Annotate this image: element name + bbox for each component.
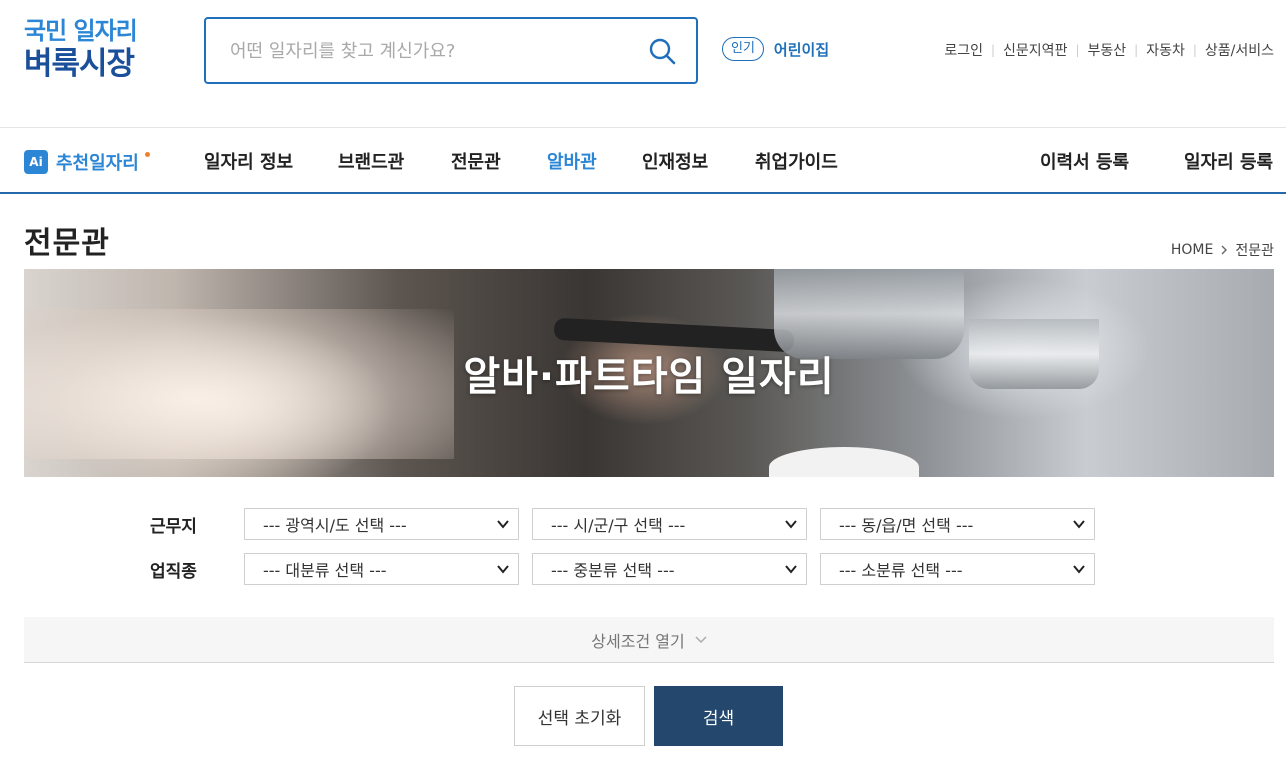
- car-link[interactable]: 자동차: [1146, 40, 1185, 60]
- detail-conditions-label: 상세조건 열기: [591, 631, 685, 651]
- chevron-down-icon: [785, 520, 797, 529]
- new-dot-indicator: [144, 151, 150, 157]
- divider: |: [1134, 43, 1139, 57]
- province-select-value: --- 광역시/도 선택 ---: [263, 516, 407, 535]
- popular-badge: 인기: [722, 37, 764, 61]
- detail-conditions-toggle[interactable]: 상세조건 열기: [24, 617, 1274, 663]
- banner-title: 알바·파트타임 일자리: [463, 354, 835, 400]
- nav-item-job-info[interactable]: 일자리 정보: [204, 148, 293, 174]
- search-input[interactable]: [230, 33, 630, 69]
- login-link[interactable]: 로그인: [944, 40, 983, 60]
- nav-item-job-register[interactable]: 일자리 등록: [1184, 148, 1273, 174]
- location-label: 근무지: [150, 517, 197, 537]
- ai-icon: Ai: [24, 150, 48, 174]
- popular-keyword[interactable]: 인기 어린이집: [722, 37, 829, 61]
- chevron-down-icon: [785, 565, 797, 574]
- logo-line2: 벼룩시장: [24, 46, 135, 82]
- major-category-select[interactable]: --- 대분류 선택 ---: [244, 553, 519, 585]
- site-logo[interactable]: 국민 일자리 벼룩시장: [24, 16, 138, 82]
- chevron-down-icon: [497, 520, 509, 529]
- middle-category-select[interactable]: --- 중분류 선택 ---: [532, 553, 807, 585]
- province-select[interactable]: --- 광역시/도 선택 ---: [244, 508, 519, 540]
- chevron-down-icon: [1073, 565, 1085, 574]
- divider: |: [1192, 43, 1197, 57]
- banner-cup-shape: [769, 447, 919, 477]
- reset-button[interactable]: 선택 초기화: [514, 686, 645, 746]
- job-category-label: 업직종: [150, 562, 197, 582]
- goods-services-link[interactable]: 상품/서비스: [1205, 40, 1274, 60]
- nav-item-part-time[interactable]: 알바관: [547, 148, 597, 174]
- hero-banner: 알바·파트타임 일자리: [24, 269, 1274, 477]
- town-select[interactable]: --- 동/읍/면 선택 ---: [820, 508, 1095, 540]
- search-button[interactable]: 검색: [654, 686, 783, 746]
- breadcrumb-current: 전문관: [1235, 243, 1274, 259]
- nav-item-specialty[interactable]: 전문관: [451, 148, 501, 174]
- search-box: [204, 17, 698, 84]
- nav-item-ai-recommend[interactable]: Ai 추천일자리: [24, 149, 150, 175]
- nav-item-talent[interactable]: 인재정보: [642, 148, 708, 174]
- minor-category-select[interactable]: --- 소분류 선택 ---: [820, 553, 1095, 585]
- city-select-value: --- 시/군/구 선택 ---: [551, 516, 686, 535]
- chevron-down-icon: [497, 565, 509, 574]
- utility-links: 로그인 | 신문지역판 | 부동산 | 자동차 | 상품/서비스: [944, 40, 1274, 60]
- logo-line1: 국민 일자리: [24, 17, 138, 45]
- breadcrumb: HOME 전문관: [1171, 240, 1274, 260]
- chevron-down-icon: [1073, 520, 1085, 529]
- nav-item-career-guide[interactable]: 취업가이드: [755, 148, 838, 174]
- city-select[interactable]: --- 시/군/구 선택 ---: [532, 508, 807, 540]
- ai-recommend-label: 추천일자리: [56, 153, 139, 174]
- main-nav: Ai 추천일자리 일자리 정보 브랜드관 전문관 알바관 인재정보 취업가이드 …: [0, 127, 1286, 194]
- town-select-value: --- 동/읍/면 선택 ---: [839, 516, 974, 535]
- breadcrumb-home[interactable]: HOME: [1171, 242, 1213, 258]
- minor-category-value: --- 소분류 선택 ---: [839, 561, 963, 580]
- real-estate-link[interactable]: 부동산: [1088, 40, 1127, 60]
- newspaper-region-link[interactable]: 신문지역판: [1003, 40, 1067, 60]
- nav-item-brand[interactable]: 브랜드관: [338, 148, 404, 174]
- popular-keyword-text[interactable]: 어린이집: [774, 39, 829, 60]
- chevron-right-icon: [1221, 245, 1228, 255]
- major-category-value: --- 대분류 선택 ---: [263, 561, 387, 580]
- chevron-down-icon: [695, 635, 707, 643]
- nav-item-resume-register[interactable]: 이력서 등록: [1040, 148, 1129, 174]
- divider: |: [1075, 43, 1080, 57]
- divider: |: [991, 43, 996, 57]
- middle-category-value: --- 중분류 선택 ---: [551, 561, 675, 580]
- page-title: 전문관: [24, 226, 110, 261]
- search-icon[interactable]: [648, 37, 676, 65]
